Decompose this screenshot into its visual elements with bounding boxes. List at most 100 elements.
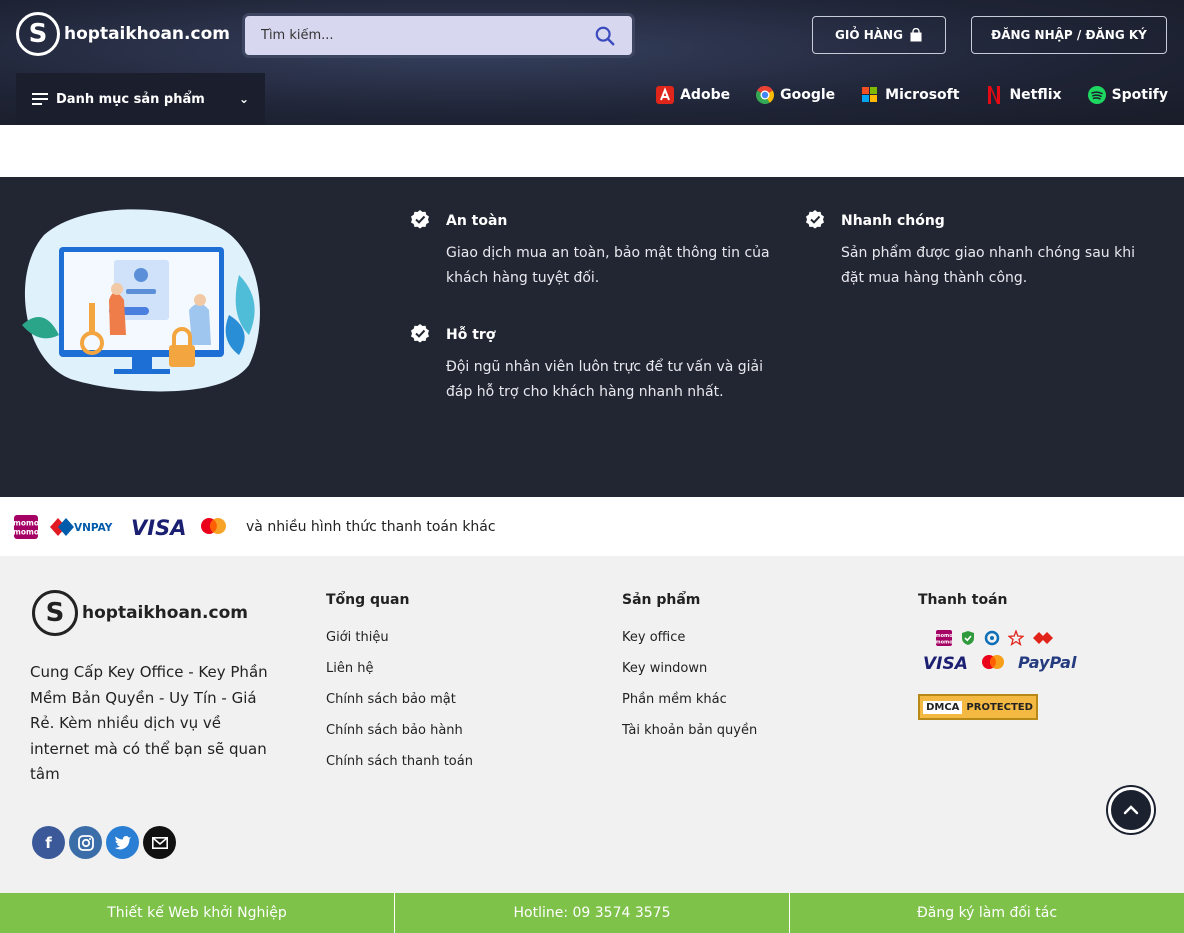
shopping-bag-icon	[910, 28, 922, 42]
hotline-link[interactable]: Hotline: 09 3574 3575	[395, 893, 790, 933]
back-to-top-button[interactable]	[1108, 787, 1154, 833]
brand-label: Spotify	[1111, 87, 1168, 103]
vnpay-logo-icon: VNPAY	[50, 517, 113, 536]
site-header: S hoptaikhoan.com GIỎ HÀNG ĐĂNG NHẬP / Đ…	[0, 0, 1184, 125]
footer-logo[interactable]: S hoptaikhoan.com	[32, 590, 248, 636]
social-links: f	[32, 826, 176, 859]
feature-title: An toàn	[446, 213, 508, 229]
footer-link-privacy[interactable]: Chính sách bảo mật	[326, 692, 473, 710]
microsoft-icon	[861, 86, 879, 104]
site-footer: S hoptaikhoan.com Cung Cấp Key Office - …	[0, 556, 1184, 893]
footer-col-title: Thanh toán	[918, 592, 1008, 608]
svg-text:momo: momo	[936, 633, 952, 639]
logo-text: hoptaikhoan.com	[64, 24, 230, 44]
paypal-logo-icon: PayPal	[1018, 653, 1077, 672]
mastercard-logo-icon	[982, 655, 1004, 669]
facebook-icon[interactable]: f	[32, 826, 65, 859]
brand-label: Netflix	[1009, 87, 1062, 103]
chevron-up-icon	[1123, 805, 1139, 815]
svg-text:VISA: VISA	[131, 516, 186, 539]
brand-label: Google	[780, 87, 836, 103]
brand-netflix[interactable]: Netflix	[985, 86, 1062, 104]
star-logo-icon	[1008, 630, 1024, 646]
brand-label: Microsoft	[885, 87, 960, 103]
cart-label: GIỎ HÀNG	[835, 28, 903, 42]
search-icon[interactable]	[594, 25, 616, 47]
category-menu[interactable]: Danh mục sản phẩm ⌄	[16, 73, 265, 125]
login-label: ĐĂNG NHẬP / ĐĂNG KÝ	[991, 28, 1147, 42]
payment-strip: momo momo VNPAY VISA và nhiều hình thức …	[0, 497, 1184, 556]
footer-link-warranty[interactable]: Chính sách bảo hành	[326, 723, 473, 741]
features-section: An toàn Giao dịch mua an toàn, bảo mật t…	[0, 177, 1184, 497]
payment-strip-text: và nhiều hình thức thanh toán khác	[246, 518, 496, 535]
brand-microsoft[interactable]: Microsoft	[861, 86, 959, 104]
footer-col-overview: Tổng quan Giới thiệu Liên hệ Chính sách …	[326, 592, 473, 785]
footer-link-other-software[interactable]: Phần mềm khác	[622, 692, 757, 710]
category-menu-label: Danh mục sản phẩm	[56, 91, 205, 107]
momo-logo-icon: momo momo	[14, 514, 38, 539]
feature-text: Sản phẩm được giao nhanh chóng sau khi đ…	[841, 245, 1135, 286]
hamburger-icon	[32, 90, 48, 108]
visa-logo-icon: VISA	[923, 654, 968, 672]
twitter-icon[interactable]	[106, 826, 139, 859]
svg-text:VISA: VISA	[923, 654, 968, 672]
google-icon	[756, 86, 775, 104]
logo-s-icon: S	[32, 590, 78, 636]
netflix-icon	[985, 86, 1003, 104]
footer-link-key-office[interactable]: Key office	[622, 630, 757, 648]
momo-logo-icon: momo momo	[936, 630, 952, 646]
footer-logo-text: hoptaikhoan.com	[82, 603, 248, 623]
mastercard-logo-icon	[201, 517, 226, 534]
feature-text: Đội ngũ nhân viên luôn trực để tư vấn và…	[446, 359, 764, 400]
footer-link-about[interactable]: Giới thiệu	[326, 630, 473, 648]
search-box	[242, 13, 635, 58]
svg-text:momo: momo	[14, 527, 38, 536]
svg-text:momo: momo	[936, 640, 952, 646]
brand-nav: Adobe Google Microsoft Netflix Spotify	[656, 86, 1168, 104]
web-design-link[interactable]: Thiết kế Web khởi Nghiệp	[0, 893, 395, 933]
feature-text: Giao dịch mua an toàn, bảo mật thông tin…	[446, 245, 770, 286]
diamond-logo-icon	[1033, 632, 1053, 644]
security-illustration	[22, 209, 260, 392]
feature-fast: Nhanh chóng Sản phẩm được giao nhanh chó…	[806, 210, 1161, 291]
shield-icon	[962, 631, 974, 645]
login-register-button[interactable]: ĐĂNG NHẬP / ĐĂNG KÝ	[971, 16, 1167, 54]
feature-safe: An toàn Giao dịch mua an toàn, bảo mật t…	[411, 210, 786, 291]
dmca-protected-label: PROTECTED	[966, 701, 1033, 713]
logo-s-icon: S	[16, 12, 60, 56]
spotify-icon	[1087, 86, 1106, 104]
feature-support: Hỗ trợ Đội ngũ nhân viên luôn trực để tư…	[411, 324, 786, 405]
footer-link-contact[interactable]: Liên hệ	[326, 661, 473, 679]
svg-text:momo: momo	[14, 518, 38, 527]
svg-text:VNPAY: VNPAY	[74, 522, 113, 534]
footer-link-payment-policy[interactable]: Chính sách thanh toán	[326, 754, 473, 772]
payment-icons-row-2: VISA PayPal	[922, 652, 1084, 672]
dmca-label: DMCA	[923, 700, 963, 714]
brand-spotify[interactable]: Spotify	[1087, 86, 1168, 104]
email-icon[interactable]	[143, 826, 176, 859]
bottom-action-bar: Thiết kế Web khởi Nghiệp Hotline: 09 357…	[0, 893, 1184, 933]
svg-text:PayPal: PayPal	[1018, 653, 1077, 672]
search-input[interactable]	[261, 28, 594, 43]
payment-icons-row: momo momo	[936, 630, 1084, 646]
brand-google[interactable]: Google	[756, 86, 835, 104]
footer-col-title: Tổng quan	[326, 592, 410, 608]
dmca-protected-badge[interactable]: DMCA PROTECTED	[918, 694, 1038, 720]
instagram-icon[interactable]	[69, 826, 102, 859]
check-badge-icon	[806, 210, 824, 229]
brand-label: Adobe	[680, 87, 731, 103]
check-badge-icon	[411, 324, 429, 343]
chevron-down-icon: ⌄	[238, 92, 249, 106]
adobe-icon	[656, 86, 675, 104]
check-badge-icon	[411, 210, 429, 229]
feature-title: Hỗ trợ	[446, 327, 496, 343]
footer-col-payment: Thanh toán momo momo VISA PayPal DMCA PR…	[918, 592, 1084, 720]
footer-link-licensed-accounts[interactable]: Tài khoản bản quyền	[622, 723, 757, 741]
visa-logo-icon: VISA	[131, 516, 186, 539]
partner-register-link[interactable]: Đăng ký làm đối tác	[790, 893, 1184, 933]
site-logo[interactable]: S hoptaikhoan.com	[16, 12, 230, 56]
footer-link-key-windows[interactable]: Key windown	[622, 661, 757, 679]
brand-adobe[interactable]: Adobe	[656, 86, 730, 104]
feature-title: Nhanh chóng	[841, 213, 945, 229]
cart-button[interactable]: GIỎ HÀNG	[812, 16, 946, 54]
